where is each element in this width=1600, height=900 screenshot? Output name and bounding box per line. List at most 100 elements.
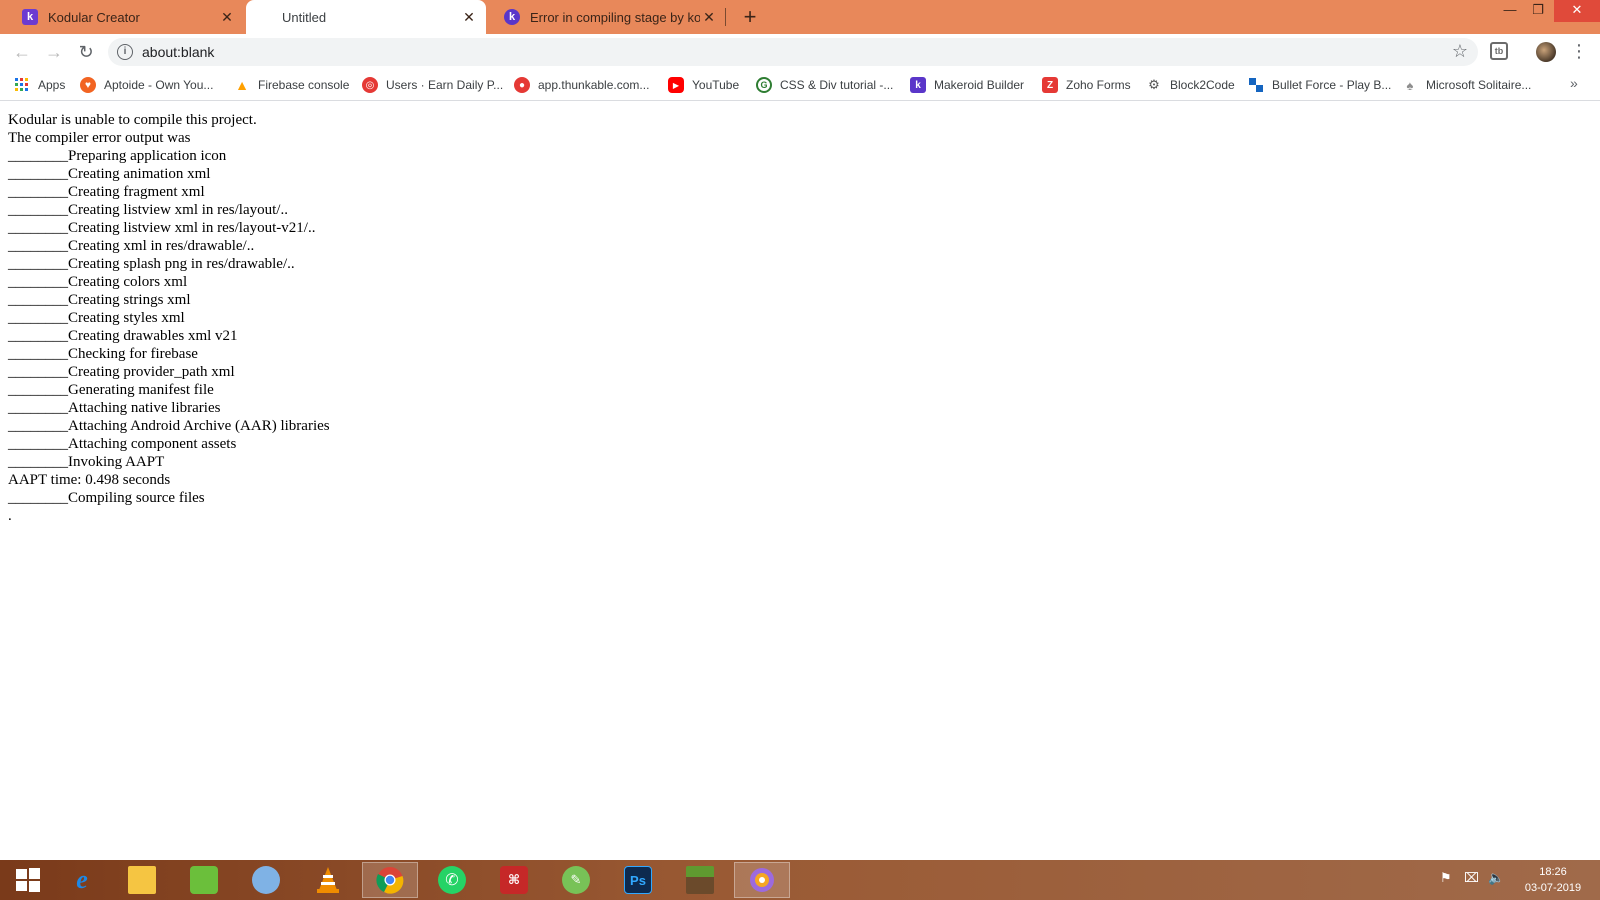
browser-toolbar: ← → ↻ i about:blank ☆ [0,34,1600,70]
taskbar-whatsapp[interactable]: ✆ [424,862,480,898]
bookmark-block2code[interactable]: ⚙ Block2Code [1146,76,1235,94]
bookmark-star-icon[interactable]: ☆ [1452,41,1468,62]
bookmark-label: app.thunkable.com... [538,78,650,92]
taskbar-photoshop[interactable]: Ps [610,862,666,898]
output-line: ________Invoking AAPT [8,454,165,470]
tab-error-compiling[interactable]: k Error in compiling stage by kodu ✕ [490,0,726,34]
bookmark-earn-daily[interactable]: ◎ Users · Earn Daily P... [362,76,503,94]
output-line: ________Attaching Android Archive (AAR) … [8,418,330,434]
aptoide-icon: ♥ [80,77,96,93]
output-line: ________Creating splash png in res/drawa… [8,256,295,272]
output-line: ________Attaching component assets [8,436,237,452]
bookmark-zoho[interactable]: Z Zoho Forms [1042,76,1131,94]
system-clock[interactable]: 18:26 03-07-2019 [1508,864,1598,896]
output-line: ________Checking for firebase [8,346,198,362]
address-bar[interactable]: i about:blank ☆ [108,38,1478,66]
tab-kodular-creator[interactable]: k Kodular Creator ✕ [8,0,244,34]
output-line: AAPT time: 0.498 seconds [8,472,171,488]
taskbar-paint[interactable] [238,862,294,898]
clock-time: 18:26 [1539,866,1567,878]
tutorial-icon: G [756,77,772,93]
aperture-icon [750,868,774,892]
kodular-icon: k [22,9,38,25]
close-icon[interactable]: ✕ [702,10,716,24]
output-line: ________Creating colors xml [8,274,188,290]
back-button[interactable]: ← [10,40,34,64]
start-button[interactable] [0,862,56,898]
close-icon[interactable]: ✕ [220,10,234,24]
tab-strip: k Kodular Creator ✕ Untitled ✕ k Error i… [0,0,1600,34]
output-line: . [8,508,12,524]
taskbar-vlc[interactable] [300,862,356,898]
output-line: Kodular is unable to compile this projec… [8,112,257,128]
firebase-icon: ▲ [235,77,249,93]
taskbar-acrobat[interactable]: ⌘ [486,862,542,898]
volume-icon[interactable]: 🔈 [1488,870,1504,886]
output-line: ________Generating manifest file [8,382,214,398]
reload-button[interactable]: ↻ [74,40,98,64]
info-icon[interactable]: i [117,44,133,60]
earn-icon: ◎ [362,77,378,93]
close-icon[interactable]: ✕ [462,10,476,24]
window-close-button[interactable]: ✕ [1554,0,1600,22]
bookmark-label: YouTube [692,78,740,92]
tab-untitled[interactable]: Untitled ✕ [246,0,486,34]
output-line: ________Creating strings xml [8,292,191,308]
bookmark-label: Apps [38,78,66,92]
menu-icon[interactable]: ⋮ [1570,40,1588,62]
thunkable-icon: ● [514,77,530,93]
bookmark-makeroid[interactable]: k Makeroid Builder [910,76,1024,94]
bookmark-label: Bullet Force - Play B... [1272,78,1392,92]
bookmarks-bar: Apps ♥ Aptoide - Own You... ▲ Firebase c… [0,70,1600,101]
new-tab-button[interactable]: + [738,5,762,29]
output-line: ________Creating provider_path xml [8,364,235,380]
bookmark-youtube[interactable]: ▶ YouTube [668,76,739,94]
bookmark-label: Aptoide - Own You... [104,78,214,92]
acrobat-icon: ⌘ [500,866,528,894]
bulletforce-icon [1248,77,1264,93]
taskbar-notepad[interactable] [176,862,232,898]
extension-icon[interactable]: tb [1490,42,1508,60]
taskbar-chrome[interactable] [362,862,418,898]
bookmark-css-tutorial[interactable]: G CSS & Div tutorial -... [756,76,893,94]
bookmark-apps[interactable]: Apps [14,76,65,94]
bookmark-label: Block2Code [1170,78,1235,92]
solitaire-icon: ♠ [1406,77,1414,93]
bookmark-bullet-force[interactable]: Bullet Force - Play B... [1248,76,1391,94]
taskbar-file-explorer[interactable] [114,862,170,898]
taskbar-minecraft[interactable] [672,862,728,898]
bookmark-aptoide[interactable]: ♥ Aptoide - Own You... [80,76,213,94]
output-line: ________Creating xml in res/drawable/.. [8,238,255,254]
taskbar-aperture-app[interactable] [734,862,790,898]
bookmark-label: CSS & Div tutorial -... [780,78,894,92]
bookmark-firebase[interactable]: ▲ Firebase console [234,76,349,94]
forward-button[interactable]: → [42,40,66,64]
vlc-cone-icon [317,867,339,893]
paint-palette-icon [252,866,280,894]
output-line: ________Creating fragment xml [8,184,205,200]
windows-taskbar: e ✆ ⌘ ✎ Ps ⚑ ⌧ 🔈 18:26 03-07-2019 [0,860,1600,900]
profile-avatar[interactable] [1536,42,1556,62]
bookmark-label: Firebase console [258,78,350,92]
network-icon[interactable]: ⌧ [1464,870,1479,886]
bookmark-solitaire[interactable]: ♠ Microsoft Solitaire... [1402,76,1532,94]
output-line: ________Creating listview xml in res/lay… [8,220,316,236]
chrome-icon [376,867,404,894]
output-line: ________Creating listview xml in res/lay… [8,202,288,218]
action-center-flag-icon[interactable]: ⚑ [1440,870,1452,886]
whatsapp-icon: ✆ [438,866,466,894]
internet-explorer-icon: e [76,865,88,894]
photoshop-icon: Ps [624,866,652,894]
android-studio-icon: ✎ [562,866,590,894]
bookmark-thunkable[interactable]: ● app.thunkable.com... [514,76,649,94]
windows-logo-icon [16,868,40,892]
taskbar-android-studio[interactable]: ✎ [548,862,604,898]
tab-title: Kodular Creator [48,9,140,25]
bookmarks-overflow-icon[interactable]: » [1570,75,1578,91]
notepad-icon [190,866,218,894]
compiler-output: Kodular is unable to compile this projec… [8,111,1588,525]
output-line: ________Creating drawables xml v21 [8,328,238,344]
bookmark-label: Makeroid Builder [934,78,1025,92]
taskbar-internet-explorer[interactable]: e [54,862,110,898]
zoho-icon: Z [1042,77,1058,93]
